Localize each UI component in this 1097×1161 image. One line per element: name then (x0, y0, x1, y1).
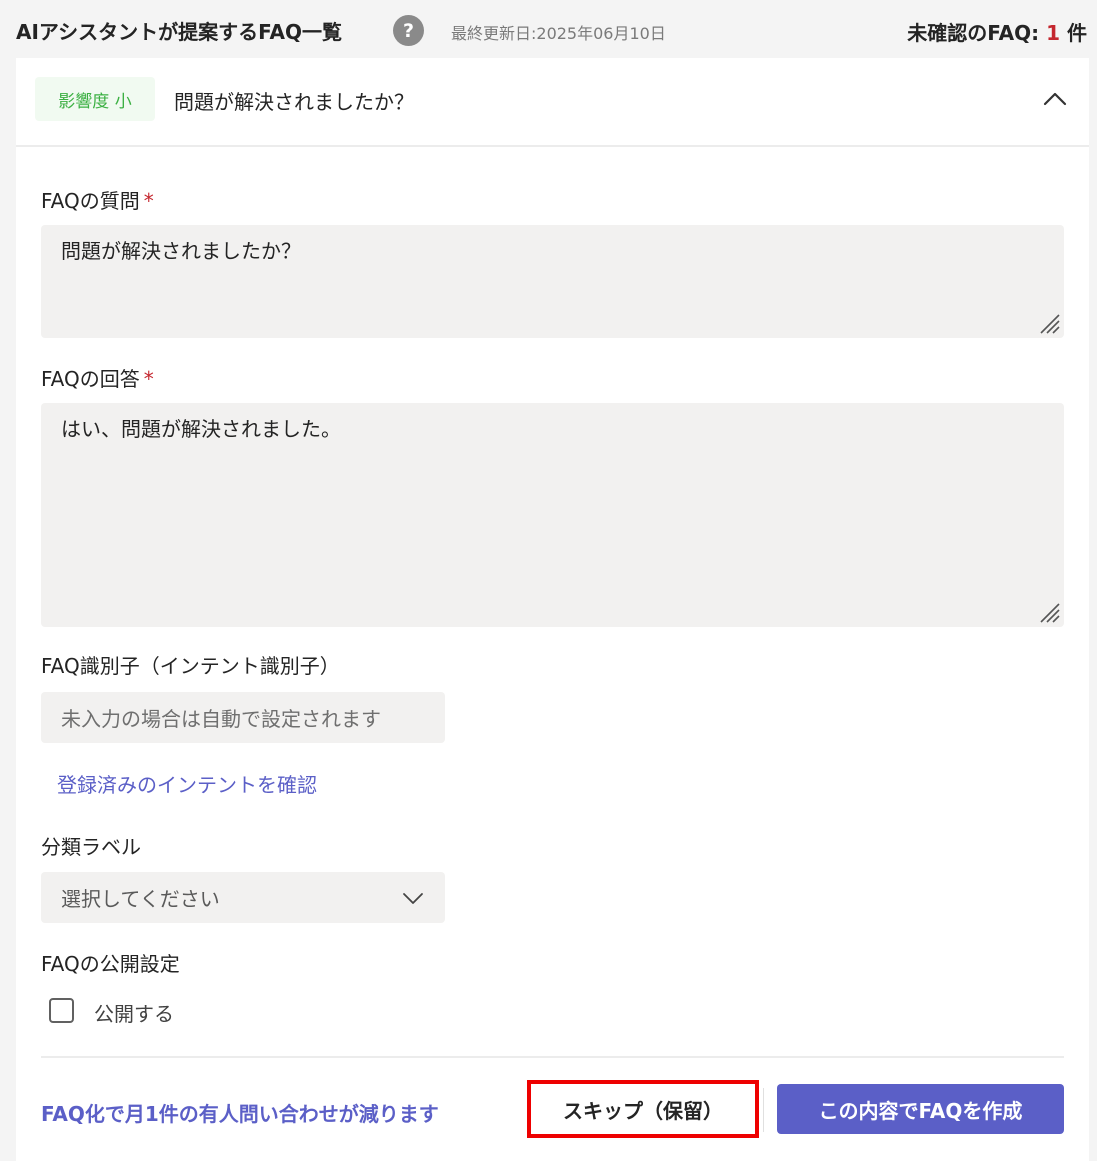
impact-badge: 影響度 小 (35, 77, 155, 121)
chevron-down-icon (403, 892, 423, 904)
resize-handle-icon[interactable] (1037, 311, 1061, 335)
required-mark: * (143, 189, 154, 213)
faq-card-header[interactable]: 影響度 小 問題が解決されましたか？ (16, 58, 1089, 147)
question-text: 問題が解決されましたか？ (61, 239, 301, 263)
last-updated: 最終更新日:2025年06月10日 (451, 24, 666, 43)
page-title: AIアシスタントが提案するFAQ一覧 (16, 20, 342, 44)
answer-text: はい、問題が解決されました。 (61, 417, 341, 441)
identifier-input[interactable]: 未入力の場合は自動で設定されます (41, 692, 445, 743)
card-question-summary: 問題が解決されましたか？ (174, 90, 414, 114)
footer-divider (41, 1056, 1064, 1058)
registered-intents-link[interactable]: 登録済みのインテントを確認 (57, 769, 317, 798)
unconfirmed-unit: 件 (1060, 21, 1087, 45)
help-icon[interactable]: ? (393, 15, 424, 46)
unconfirmed-number: 1 (1046, 21, 1061, 45)
publish-checkbox[interactable] (49, 998, 74, 1023)
chevron-up-icon[interactable] (1040, 84, 1070, 114)
required-mark: * (143, 367, 154, 391)
answer-label: FAQの回答 * (41, 367, 154, 391)
identifier-label: FAQ識別子（インテント識別子） (41, 654, 340, 678)
unconfirmed-count: 未確認のFAQ: 1 件 (907, 17, 1087, 46)
skip-button[interactable]: スキップ（保留） (527, 1080, 759, 1138)
reduction-note: FAQ化で月1件の有人問い合わせが減ります (41, 1102, 439, 1126)
faq-card: 影響度 小 問題が解決されましたか？ FAQの質問 * 問題が解決されましたか？ … (16, 58, 1089, 1161)
category-select[interactable]: 選択してください (41, 872, 445, 923)
create-faq-button[interactable]: この内容でFAQを作成 (777, 1084, 1064, 1134)
question-label: FAQの質問 * (41, 189, 154, 213)
category-selected-value: 選択してください (61, 887, 220, 911)
publish-checkbox-label[interactable]: 公開する (94, 998, 174, 1027)
unconfirmed-label: 未確認のFAQ: (907, 21, 1047, 45)
identifier-placeholder: 未入力の場合は自動で設定されます (61, 707, 381, 731)
page-header: AIアシスタントが提案するFAQ一覧 ? 最終更新日:2025年06月10日 未… (0, 0, 1097, 58)
answer-textarea[interactable]: はい、問題が解決されました。 (41, 403, 1064, 627)
category-label: 分類ラベル (41, 835, 141, 859)
question-textarea[interactable]: 問題が解決されましたか？ (41, 225, 1064, 338)
publish-label: FAQの公開設定 (41, 952, 180, 976)
resize-handle-icon[interactable] (1037, 600, 1061, 624)
button-separator (763, 1088, 764, 1132)
